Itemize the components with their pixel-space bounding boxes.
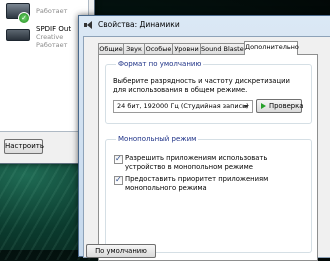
dialog-title: Свойства: Динамики <box>98 20 180 29</box>
tab-enhancements[interactable]: Особые <box>144 43 173 54</box>
test-button[interactable]: Проверка <box>256 99 304 113</box>
dialog-body: Общие Звук Особые Уровни Sound Blaster Д… <box>83 36 330 261</box>
test-button-label: Проверка <box>269 102 304 110</box>
format-select[interactable]: 24 бит, 192000 Гц (Студийная запись) <box>113 100 253 113</box>
device-item-spdif[interactable]: SPDIF Out Creative Работает <box>4 23 84 49</box>
exclusive-priority-checkbox[interactable] <box>114 175 123 185</box>
chevron-down-icon <box>243 105 249 108</box>
tab-sound[interactable]: Звук <box>123 43 145 54</box>
tab-levels[interactable]: Уровни <box>172 43 201 54</box>
speaker-icon <box>84 20 94 30</box>
configure-button[interactable]: Настроить <box>4 139 44 154</box>
title-bar[interactable]: Свойства: Динамики <box>79 16 330 34</box>
device-list: ✓ Работает SPDIF Out Creative Работает <box>0 0 89 132</box>
monitor-icon <box>6 29 30 41</box>
tab-advanced[interactable]: Дополнительно <box>244 41 299 55</box>
device-name: SPDIF Out <box>36 25 72 33</box>
speaker-properties-dialog: Свойства: Динамики Общие Звук Особые Уро… <box>78 15 330 261</box>
default-format-heading: Формат по умолчанию <box>116 60 204 68</box>
device-item-speakers[interactable]: ✓ Работает <box>4 1 84 25</box>
allow-exclusive-checkbox[interactable] <box>114 154 123 164</box>
play-icon <box>261 103 266 109</box>
tab-sound-blaster[interactable]: Sound Blaster <box>200 43 246 54</box>
restore-defaults-button[interactable]: По умолчанию <box>86 244 156 258</box>
device-status: Работает <box>36 7 68 15</box>
format-selected-value: 24 бит, 192000 Гц (Студийная запись) <box>117 102 249 110</box>
advanced-tab-panel: Формат по умолчанию Выберите разрядность… <box>98 54 318 261</box>
device-vendor: Creative <box>36 33 64 41</box>
exclusive-mode-heading: Монопольный режим <box>116 135 199 143</box>
exclusive-mode-group: Монопольный режим Разрешить приложениям … <box>105 135 312 253</box>
allow-exclusive-label: Разрешить приложениям использовать устро… <box>125 154 268 171</box>
default-format-description: Выберите разрядность и частоту дискретиз… <box>113 77 290 94</box>
exclusive-priority-label: Предоставить приоритет приложениям моноп… <box>125 175 269 192</box>
device-status: Работает <box>36 41 68 49</box>
tab-general[interactable]: Общие <box>98 43 124 54</box>
default-format-group: Формат по умолчанию Выберите разрядность… <box>105 60 312 124</box>
